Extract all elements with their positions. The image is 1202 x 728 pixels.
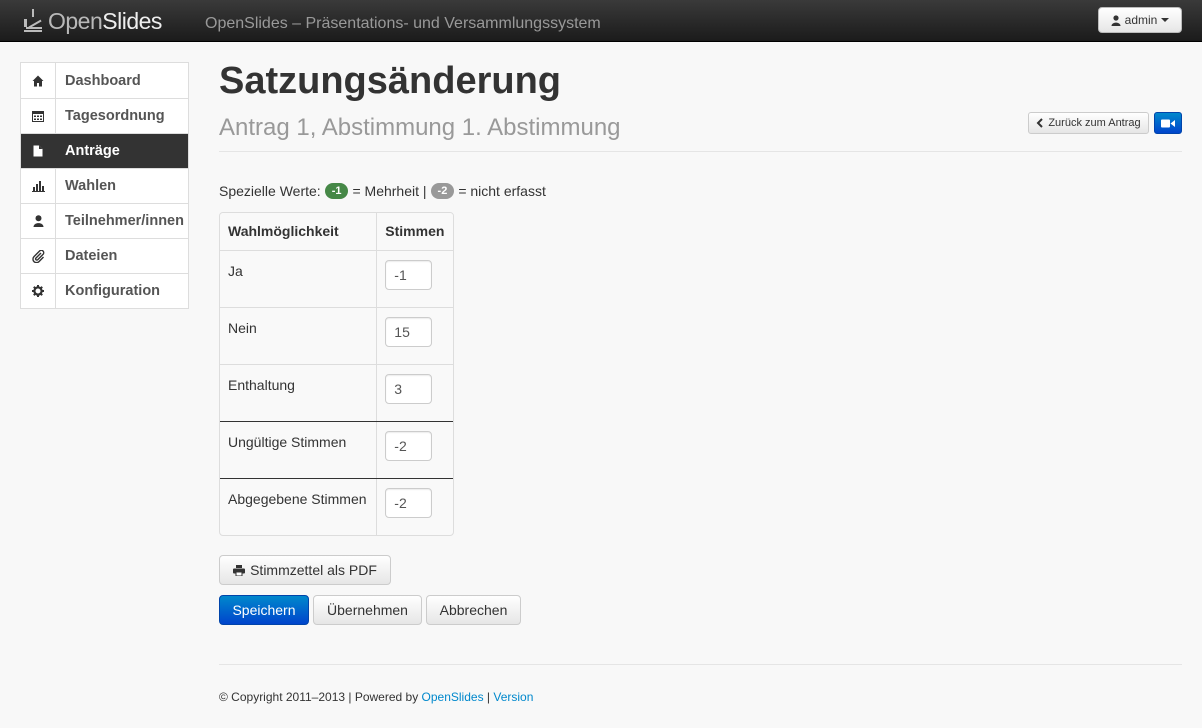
save-button[interactable]: Speichern	[219, 595, 309, 625]
vote-results-table: Wahlmöglichkeit Stimmen Ja Nein Enthaltu…	[219, 212, 454, 536]
back-to-motion-button[interactable]: Zurück zum Antrag	[1028, 112, 1149, 134]
ballot-pdf-button[interactable]: Stimmzettel als PDF	[219, 555, 391, 585]
option-label: Ungültige Stimmen	[220, 422, 378, 478]
sidebar-item-agenda[interactable]: Tagesordnung	[21, 98, 188, 133]
votes-invalid-input[interactable]	[385, 431, 433, 461]
gear-icon	[21, 274, 56, 308]
file-icon	[21, 134, 56, 168]
page-subtitle: Antrag 1, Abstimmung 1. Abstimmung	[219, 114, 621, 141]
print-icon	[233, 564, 246, 576]
cancel-button[interactable]: Abbrechen	[426, 595, 521, 625]
table-row: Nein	[220, 307, 453, 364]
sidebar-item-dashboard[interactable]: Dashboard	[21, 63, 188, 98]
table-header-row: Wahlmöglichkeit Stimmen	[220, 213, 453, 250]
votes-no-input[interactable]	[385, 317, 433, 347]
brand-logo-link[interactable]: OpenSlides	[22, 5, 162, 37]
projector-button[interactable]	[1154, 112, 1182, 134]
ballot-pdf-label: Stimmzettel als PDF	[250, 562, 377, 578]
table-row: Enthaltung	[220, 364, 453, 421]
user-icon	[21, 204, 56, 238]
caret-down-icon	[1161, 18, 1170, 22]
table-row: Ungültige Stimmen	[220, 421, 453, 478]
bar-chart-icon	[21, 169, 56, 203]
sidebar-item-label: Anträge	[65, 143, 120, 159]
legend-text-not-recorded: = nicht erfasst	[458, 183, 546, 199]
openslides-link[interactable]: OpenSlides	[422, 690, 484, 704]
option-label: Ja	[220, 251, 378, 307]
user-menu-label: admin	[1124, 13, 1158, 27]
majority-badge: -1	[324, 183, 349, 199]
home-icon	[21, 63, 56, 98]
video-camera-icon	[1161, 119, 1175, 127]
brand-name: OpenSlides	[48, 7, 162, 34]
footer-divider	[219, 664, 1182, 665]
apply-button[interactable]: Übernehmen	[313, 595, 422, 625]
sidebar-nav: Dashboard Tagesordnung Anträge Wahlen Te…	[20, 62, 189, 309]
option-label: Abgegebene Stimmen	[220, 479, 378, 535]
sidebar-item-label: Tagesordnung	[65, 108, 165, 124]
votes-yes-input[interactable]	[385, 260, 433, 290]
table-row: Abgegebene Stimmen	[220, 478, 453, 535]
footer: © Copyright 2011–2013 | Powered by OpenS…	[219, 690, 533, 704]
calendar-icon	[21, 99, 56, 133]
sidebar-item-label: Wahlen	[65, 178, 117, 194]
votes-abstain-input[interactable]	[385, 374, 433, 404]
sidebar-item-motions[interactable]: Anträge	[21, 133, 188, 168]
table-row: Ja	[220, 250, 453, 307]
user-icon	[1111, 14, 1121, 26]
option-label: Nein	[220, 308, 378, 364]
legend-prefix: Spezielle Werte:	[219, 183, 321, 199]
page-title: Satzungsänderung	[219, 60, 562, 102]
sidebar-item-label: Dateien	[65, 248, 118, 264]
not-recorded-badge: -2	[430, 183, 455, 199]
column-header-votes: Stimmen	[385, 223, 445, 239]
version-link[interactable]: Version	[493, 690, 533, 704]
footer-separator: |	[483, 690, 494, 704]
special-values-legend: Spezielle Werte: -1 = Mehrheit | -2 = ni…	[219, 183, 546, 199]
sidebar-item-config[interactable]: Konfiguration	[21, 273, 188, 308]
option-label: Enthaltung	[220, 365, 378, 421]
legend-text-majority: = Mehrheit |	[352, 183, 427, 199]
sidebar-item-label: Konfiguration	[65, 283, 161, 299]
back-to-motion-label: Zurück zum Antrag	[1048, 117, 1141, 129]
sidebar-item-files[interactable]: Dateien	[21, 238, 188, 273]
paperclip-icon	[21, 239, 56, 273]
top-navbar: OpenSlides OpenSlides – Präsentations- u…	[0, 0, 1202, 42]
header-divider	[219, 151, 1182, 152]
openslides-logo-icon	[24, 9, 42, 32]
sidebar-item-label: Dashboard	[65, 72, 141, 89]
sidebar-item-label: Teilnehmer/innen	[65, 213, 184, 229]
user-menu-button[interactable]: admin	[1098, 7, 1182, 33]
votes-cast-input[interactable]	[385, 488, 433, 518]
chevron-left-icon	[1036, 118, 1044, 128]
column-header-option: Wahlmöglichkeit	[220, 213, 378, 250]
app-subtitle: OpenSlides – Präsentations- und Versamml…	[205, 15, 601, 32]
sidebar-item-participants[interactable]: Teilnehmer/innen	[21, 203, 188, 238]
sidebar-item-elections[interactable]: Wahlen	[21, 168, 188, 203]
footer-copyright: © Copyright 2011–2013 | Powered by	[219, 690, 422, 704]
